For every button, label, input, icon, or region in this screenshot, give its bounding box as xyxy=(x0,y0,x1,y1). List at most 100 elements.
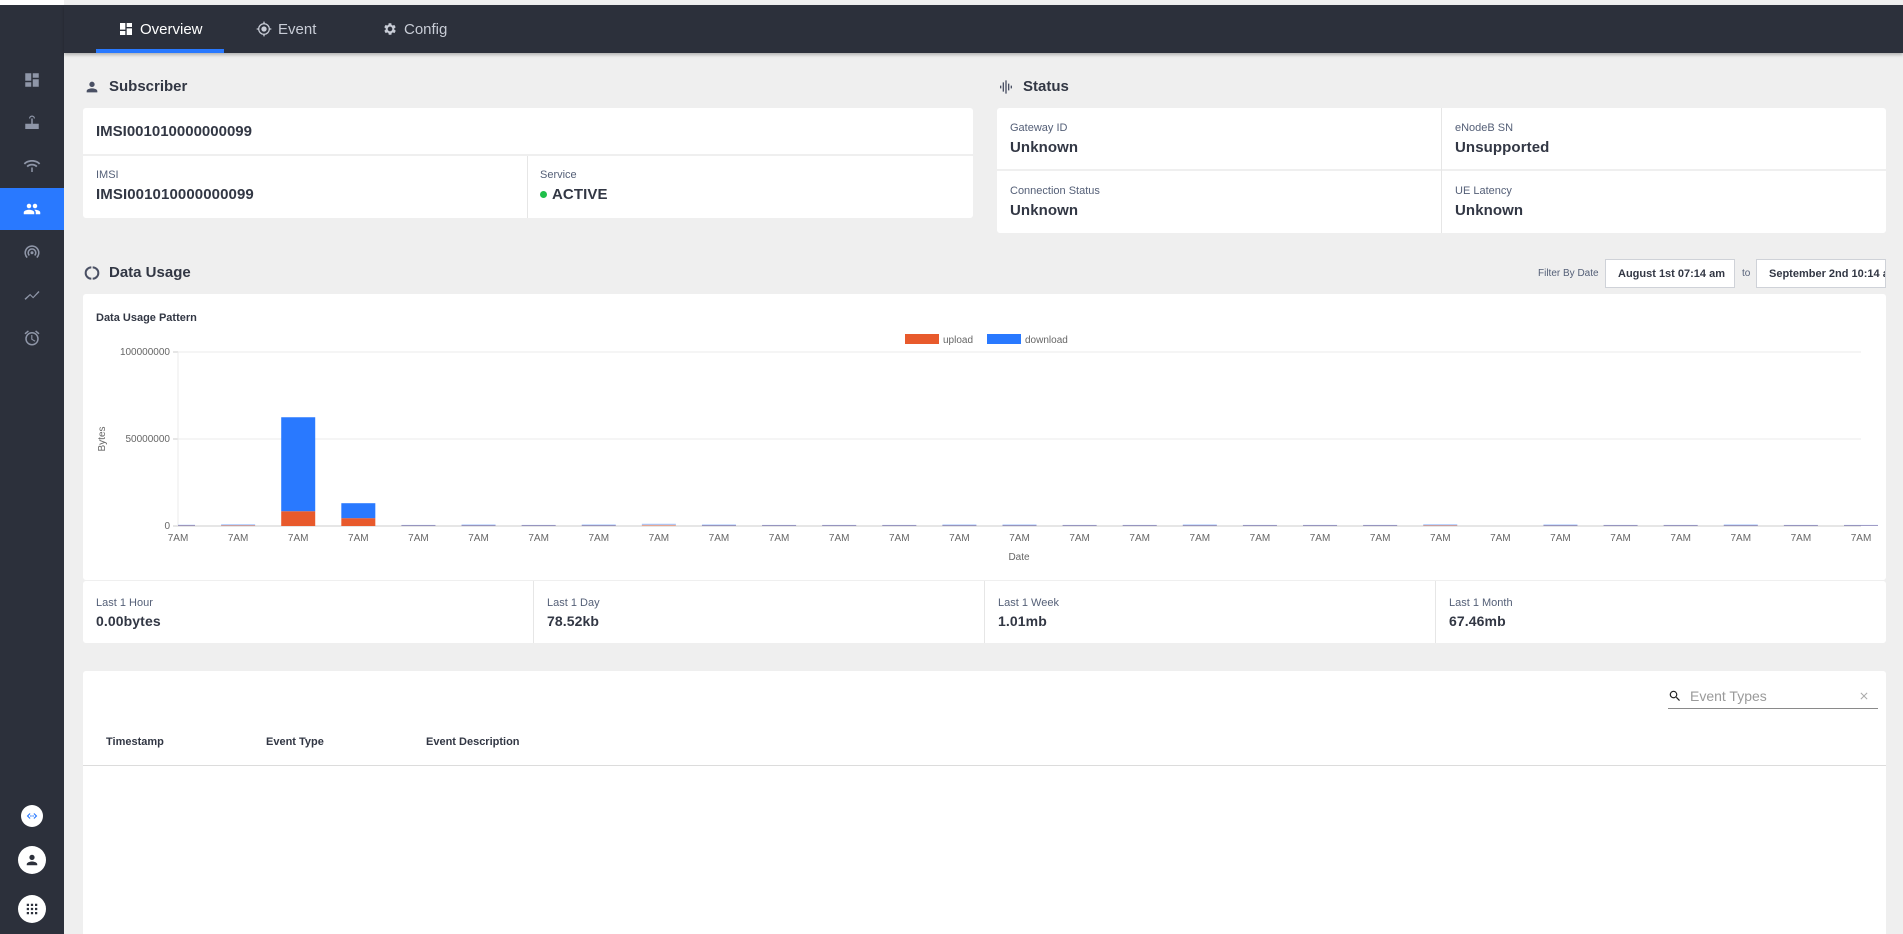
sidebar-api-docs[interactable] xyxy=(21,805,43,827)
x-tick-label: 7AM xyxy=(1250,533,1271,544)
top-tab-bar: Overview Event Config xyxy=(64,5,1903,53)
clear-icon[interactable] xyxy=(1858,690,1870,702)
event-types-search[interactable] xyxy=(1668,683,1878,709)
bar-download[interactable] xyxy=(178,524,195,526)
subscriber-section-title: Subscriber xyxy=(84,78,187,95)
target-icon xyxy=(256,21,272,37)
bar-download[interactable] xyxy=(1002,524,1037,526)
bar-download[interactable] xyxy=(221,524,256,526)
service-label: Service xyxy=(540,169,577,181)
x-tick-label: 7AM xyxy=(1310,533,1331,544)
sidebar-apps[interactable] xyxy=(18,895,46,923)
status-section-title: Status xyxy=(998,78,1069,95)
sidebar-account[interactable] xyxy=(18,846,46,874)
bar-upload[interactable] xyxy=(641,524,676,526)
x-tick-label: 7AM xyxy=(829,533,850,544)
tab-overview[interactable]: Overview xyxy=(118,5,203,53)
bar-download[interactable] xyxy=(401,524,436,526)
bar-download[interactable] xyxy=(461,524,496,526)
bar-download[interactable] xyxy=(281,417,316,512)
person-icon xyxy=(86,81,98,92)
column-header-event-type[interactable]: Event Type xyxy=(266,736,324,748)
date-range-separator: to xyxy=(1742,268,1751,279)
tab-config[interactable]: Config xyxy=(382,5,447,53)
bar-download[interactable] xyxy=(701,524,736,526)
legend-swatch-upload[interactable] xyxy=(905,334,939,344)
tab-label: Config xyxy=(404,20,448,38)
x-tick-label: 7AM xyxy=(1851,533,1872,544)
bar-download[interactable] xyxy=(1242,524,1277,526)
x-tick-label: 7AM xyxy=(949,533,970,544)
data-usage-chart: 7AM 7AM 7AM 7AM 7AM 7AM 7AM 7AM 7AM 7AM 7AM 7AM 7AM 7… xyxy=(97,334,1878,563)
bar-download[interactable] xyxy=(762,524,797,526)
x-tick-label: 7AM xyxy=(228,533,249,544)
bar-download[interactable] xyxy=(1122,524,1157,526)
bar-download[interactable] xyxy=(1844,524,1878,526)
ue-latency-field: UE Latency Unknown xyxy=(1455,185,1524,219)
bar-download[interactable] xyxy=(1603,524,1638,526)
bar-upload[interactable] xyxy=(341,518,376,526)
sidebar-item-metrics[interactable] xyxy=(0,274,64,316)
bar-download[interactable] xyxy=(882,524,917,526)
bar-download[interactable] xyxy=(641,523,676,525)
sidebar-item-dashboard[interactable] xyxy=(0,59,64,101)
bar-download[interactable] xyxy=(1363,524,1398,526)
people-icon xyxy=(23,203,41,215)
legend-swatch-download[interactable] xyxy=(987,334,1021,344)
x-tick-label: 7AM xyxy=(1370,533,1391,544)
x-tick-label: 7AM xyxy=(1550,533,1571,544)
bar-download[interactable] xyxy=(1062,524,1097,526)
x-tick-label: 7AM xyxy=(168,533,189,544)
legend-label-download[interactable]: download xyxy=(1025,335,1068,346)
x-axis-label: Date xyxy=(1008,552,1030,563)
bar-download[interactable] xyxy=(581,524,616,526)
bar-download[interactable] xyxy=(822,524,857,526)
legend-label-upload[interactable]: upload xyxy=(943,335,973,346)
subscriber-card: IMSI001010000000099 IMSI IMSI00101000000… xyxy=(83,108,973,218)
x-tick-label: 7AM xyxy=(1129,533,1150,544)
code-icon xyxy=(26,813,38,819)
sidebar-item-subscribers[interactable] xyxy=(0,188,64,230)
bar-download[interactable] xyxy=(1663,524,1698,526)
bar-download[interactable] xyxy=(341,503,376,519)
stat-last-1-month: Last 1 Month 67.46mb xyxy=(1449,597,1513,629)
column-header-timestamp[interactable]: Timestamp xyxy=(106,736,164,748)
account-icon xyxy=(26,854,38,866)
event-types-input[interactable] xyxy=(1690,687,1850,704)
date-from-input[interactable]: August 1st 07:14 am xyxy=(1605,259,1735,288)
table-header-divider xyxy=(83,765,1886,766)
imsi-label: IMSI xyxy=(96,169,119,181)
x-tick-label: 7AM xyxy=(1190,533,1211,544)
bar-download[interactable] xyxy=(1543,524,1578,526)
bar-download[interactable] xyxy=(1182,524,1217,526)
x-tick-label: 7AM xyxy=(1490,533,1511,544)
sidebar-item-network[interactable] xyxy=(0,145,64,187)
bar-download[interactable] xyxy=(1423,524,1458,526)
sidebar-item-alerts[interactable] xyxy=(0,317,64,359)
wifi-icon xyxy=(23,160,41,172)
tab-event[interactable]: Event xyxy=(256,5,316,53)
active-tab-indicator xyxy=(96,49,224,53)
router-icon xyxy=(25,115,39,129)
bar-download[interactable] xyxy=(942,524,977,526)
x-tick-label: 7AM xyxy=(1791,533,1812,544)
date-to-input[interactable]: September 2nd 10:14 am xyxy=(1756,259,1886,288)
status-dot-icon xyxy=(540,191,547,198)
sidebar-item-equipment[interactable] xyxy=(0,102,64,144)
x-tick-label: 7AM xyxy=(889,533,910,544)
service-value: ACTIVE xyxy=(540,186,608,203)
imsi-field: IMSI IMSI001010000000099 xyxy=(96,169,254,203)
bar-download[interactable] xyxy=(1783,524,1818,526)
bar-download[interactable] xyxy=(1723,524,1758,526)
x-tick-label: 7AM xyxy=(1670,533,1691,544)
bar-download[interactable] xyxy=(521,524,556,526)
sidebar-item-traffic[interactable] xyxy=(0,231,64,273)
column-header-event-description[interactable]: Event Description xyxy=(426,736,520,748)
y-tick-label: 50000000 xyxy=(126,434,171,445)
x-tick-label: 7AM xyxy=(649,533,670,544)
x-tick-label: 7AM xyxy=(288,533,309,544)
x-tick-label: 7AM xyxy=(769,533,790,544)
bar-upload[interactable] xyxy=(281,511,316,526)
bar-download[interactable] xyxy=(1303,524,1338,526)
x-tick-label: 7AM xyxy=(348,533,369,544)
